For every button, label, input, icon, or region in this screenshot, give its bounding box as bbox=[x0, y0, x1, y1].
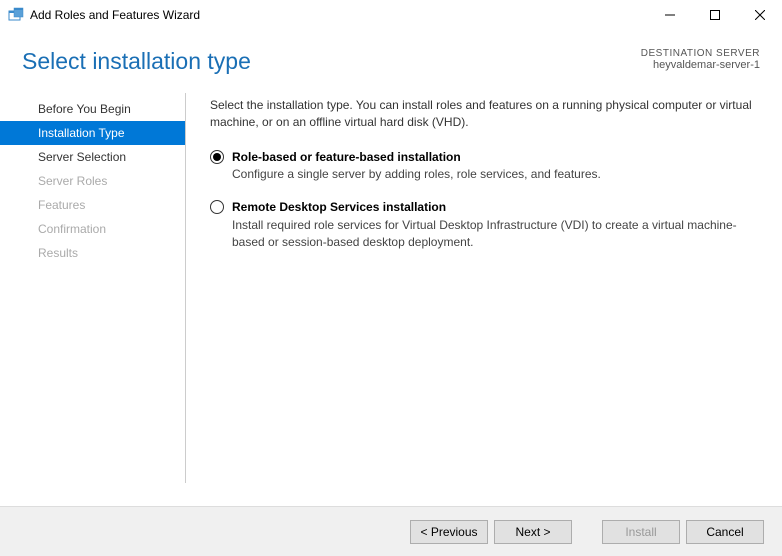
window-title: Add Roles and Features Wizard bbox=[30, 8, 647, 22]
step-before-you-begin[interactable]: Before You Begin bbox=[0, 97, 185, 121]
main-panel: Select the installation type. You can in… bbox=[186, 93, 782, 483]
wizard-icon bbox=[8, 7, 24, 23]
sidebar: Before You Begin Installation Type Serve… bbox=[0, 93, 186, 483]
destination-server: DESTINATION SERVER heyvaldemar-server-1 bbox=[641, 48, 760, 71]
content: Before You Begin Installation Type Serve… bbox=[0, 93, 782, 483]
step-installation-type[interactable]: Installation Type bbox=[0, 121, 185, 145]
next-button[interactable]: Next > bbox=[494, 520, 572, 544]
maximize-button[interactable] bbox=[692, 0, 737, 30]
option-role-based[interactable]: Role-based or feature-based installation… bbox=[210, 149, 760, 184]
radio-remote-desktop[interactable] bbox=[210, 200, 224, 214]
destination-label: DESTINATION SERVER bbox=[641, 48, 760, 59]
minimize-button[interactable] bbox=[647, 0, 692, 30]
option-text: Remote Desktop Services installation Ins… bbox=[232, 199, 760, 250]
cancel-button[interactable]: Cancel bbox=[686, 520, 764, 544]
step-confirmation: Confirmation bbox=[0, 217, 185, 241]
page-title: Select installation type bbox=[22, 48, 251, 75]
step-server-roles: Server Roles bbox=[0, 169, 185, 193]
step-results: Results bbox=[0, 241, 185, 265]
option-title: Remote Desktop Services installation bbox=[232, 199, 760, 216]
radio-role-based[interactable] bbox=[210, 150, 224, 164]
titlebar: Add Roles and Features Wizard bbox=[0, 0, 782, 30]
header: Select installation type DESTINATION SER… bbox=[0, 30, 782, 93]
step-server-selection[interactable]: Server Selection bbox=[0, 145, 185, 169]
previous-button[interactable]: < Previous bbox=[410, 520, 488, 544]
option-remote-desktop[interactable]: Remote Desktop Services installation Ins… bbox=[210, 199, 760, 250]
destination-value: heyvaldemar-server-1 bbox=[641, 59, 760, 71]
step-features: Features bbox=[0, 193, 185, 217]
option-desc: Install required role services for Virtu… bbox=[232, 217, 760, 251]
install-button: Install bbox=[602, 520, 680, 544]
option-text: Role-based or feature-based installation… bbox=[232, 149, 601, 184]
window-controls bbox=[647, 0, 782, 30]
option-title: Role-based or feature-based installation bbox=[232, 149, 601, 166]
intro-text: Select the installation type. You can in… bbox=[210, 97, 760, 131]
close-button[interactable] bbox=[737, 0, 782, 30]
footer: < Previous Next > Install Cancel bbox=[0, 506, 782, 556]
option-desc: Configure a single server by adding role… bbox=[232, 166, 601, 183]
